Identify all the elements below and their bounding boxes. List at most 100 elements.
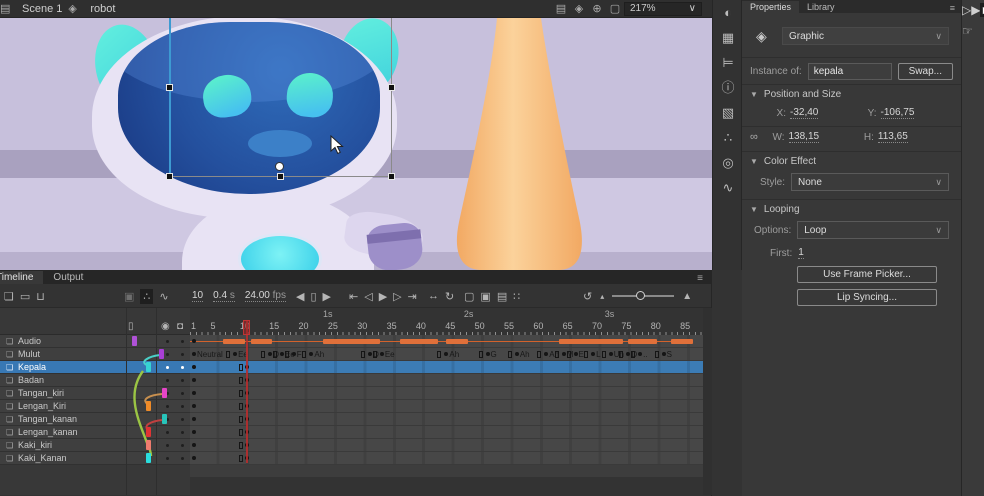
keyframe-dot[interactable] [192,339,196,343]
show-parenting-view-icon[interactable]: ∴ [140,289,153,304]
empty-keyframe-rect[interactable] [555,351,559,358]
frames-row-lengan_kiri[interactable] [190,400,703,413]
layer-lock-dot[interactable] [181,457,184,460]
onion-skin-icon[interactable]: ▢ [464,290,474,303]
layer-lock-dot[interactable] [181,418,184,421]
keyframe-dot[interactable] [309,352,313,356]
instance-name-field[interactable]: kepala [808,63,892,80]
next-frame-icon[interactable]: ▷ [393,290,401,303]
frame-ruler-numbers[interactable]: 1510152025303540455055606570758085 [190,320,703,335]
align-panel-icon[interactable]: ⊨ [713,50,743,75]
go-last-frame-icon[interactable]: ⇥ [408,290,417,303]
asset-warp-tool[interactable]: ► [980,3,984,17]
transformation-point[interactable] [275,162,284,171]
prev-frame-icon[interactable]: ◁ [364,290,372,303]
empty-keyframe-rect[interactable] [479,351,483,358]
edit-scene-icon[interactable]: ▤ [552,2,570,15]
empty-keyframe-rect[interactable] [273,351,277,358]
step-back-icon[interactable]: ◀ [296,290,304,303]
tab-output[interactable]: Output [43,271,93,284]
frames-row-badan[interactable] [190,374,703,387]
use-frame-picker-button[interactable]: Use Frame Picker... [797,266,937,283]
phoneme-label[interactable]: .. [643,350,647,359]
keyframe-dot[interactable] [515,352,519,356]
camera-icon[interactable]: ▣ [124,290,134,303]
keyframe-dot[interactable] [486,352,490,356]
reset-timeline-zoom-icon[interactable]: ↺ [583,290,592,303]
parent-chip[interactable] [146,453,151,463]
layer-visibility-dot[interactable] [166,340,169,343]
empty-keyframe-rect[interactable] [602,351,606,358]
keyframe-dot[interactable] [268,352,272,356]
layer-visibility-dot[interactable] [166,379,169,382]
parent-chip[interactable] [132,336,137,346]
center-frame-icon[interactable]: ⊕ [588,2,606,15]
empty-keyframe-rect[interactable] [373,351,377,358]
empty-keyframe-rect[interactable] [261,351,265,358]
empty-keyframe-rect[interactable] [631,351,635,358]
h-value[interactable]: 113,65 [878,131,908,143]
keyframe-dot[interactable] [192,456,196,460]
breadcrumb-symbol[interactable]: robot [90,3,115,15]
keyframe-dot[interactable] [233,352,237,356]
stage-canvas[interactable] [0,18,712,270]
layer-row-lengan_kiri[interactable]: ❏Lengan_Kiri [0,400,190,413]
layer-visibility-dot[interactable] [166,444,169,447]
empty-keyframe-rect[interactable] [584,351,588,358]
frames-row-kaki_kanan[interactable] [190,452,703,465]
keyframe-dot[interactable] [544,352,548,356]
parent-chip[interactable] [146,440,151,450]
keyframe-dot[interactable] [192,378,196,382]
layer-row-kaki_kanan[interactable]: ❏Kaki_Kanan [0,452,190,465]
empty-keyframe-rect[interactable] [302,351,306,358]
empty-keyframe-rect[interactable] [619,351,623,358]
parent-chip[interactable] [146,427,151,437]
layer-row-kaki_kiri[interactable]: ❏Kaki_kiri [0,439,190,452]
phoneme-label[interactable]: Neutral [197,350,223,359]
phoneme-label[interactable]: Ah [449,350,459,359]
parent-chip[interactable] [159,349,164,359]
keyframe-dot[interactable] [591,352,595,356]
empty-keyframe-rect[interactable] [239,403,243,410]
keyframe-dot[interactable] [192,430,196,434]
zoom-in-frames-icon[interactable]: ▲ [682,291,692,302]
keyframe-dot[interactable] [192,352,196,356]
keyframe-dot[interactable] [609,352,613,356]
frame-indicator-icon[interactable]: ▯ [310,290,316,303]
keyframe-dot[interactable] [444,352,448,356]
hand-tool[interactable]: ☞ [962,24,973,38]
frames-row-audio[interactable] [190,335,703,348]
lip-syncing-button[interactable]: Lip Syncing... [797,289,937,306]
new-folder-icon[interactable]: ▭ [20,290,30,303]
keyframe-dot[interactable] [280,352,284,356]
tab-properties[interactable]: Properties [742,1,799,13]
motion-editor-icon[interactable]: ∿ [713,175,743,200]
position-size-section-header[interactable]: ▼ Position and Size [742,84,961,100]
go-first-frame-icon[interactable]: ⇤ [349,290,358,303]
phoneme-label[interactable]: F [297,350,302,359]
keyframe-dot[interactable] [368,352,372,356]
layer-row-tangan_kanan[interactable]: ❏Tangan_kanan [0,413,190,426]
empty-keyframe-rect[interactable] [239,364,243,371]
step-forward-icon[interactable]: ▶ [323,290,331,303]
layer-lock-dot[interactable] [181,379,184,382]
empty-keyframe-rect[interactable] [239,377,243,384]
scene-clapper-icon[interactable]: ▤ [0,2,18,15]
selection-handle-bottom-left[interactable] [166,173,173,180]
color-panel-icon[interactable]: ◐ [713,0,743,25]
empty-keyframe-rect[interactable] [239,429,243,436]
layer-lock-dot[interactable] [181,392,184,395]
parent-chip[interactable] [146,362,151,372]
layer-row-audio[interactable]: ❏Audio [0,335,190,348]
keyframe-dot[interactable] [380,352,384,356]
empty-keyframe-rect[interactable] [226,351,230,358]
y-value[interactable]: -106,75 [881,107,915,119]
frames-row-kaki_kiri[interactable] [190,439,703,452]
looping-section-header[interactable]: ▼ Looping [742,199,961,215]
elapsed-time-counter[interactable]: 0.4 s [213,290,235,302]
phoneme-label[interactable]: L [596,350,600,359]
clip-content-icon[interactable]: ▢ [606,2,624,15]
timeline-zoom-slider[interactable] [612,295,674,297]
empty-keyframe-rect[interactable] [239,416,243,423]
empty-keyframe-rect[interactable] [239,390,243,397]
